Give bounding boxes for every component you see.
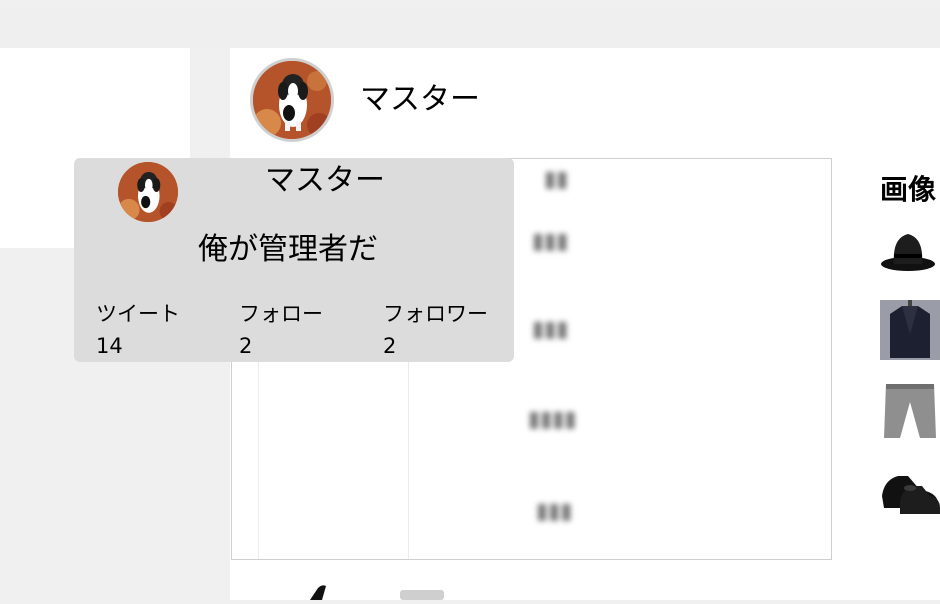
item-shoes[interactable] — [880, 462, 940, 522]
stat-value-following[interactable]: 2 — [239, 334, 252, 358]
dog-avatar-icon — [253, 61, 331, 139]
dog-avatar-icon — [118, 162, 178, 222]
sidebar-title: 画像 — [880, 173, 937, 206]
popup-bio: 俺が管理者だ — [198, 232, 378, 267]
jacket-icon — [880, 300, 940, 360]
stat-label-followers[interactable]: フォロワー — [383, 298, 488, 328]
stat-value-tweets[interactable]: 14 — [96, 334, 123, 358]
blurred-text: ▮▮▮ — [532, 229, 569, 254]
top-strip — [0, 8, 940, 48]
profile-avatar[interactable] — [250, 58, 334, 142]
item-jacket[interactable] — [880, 300, 940, 360]
popup-name[interactable]: マスター — [265, 163, 385, 199]
blurred-text: ▮▮▮ — [536, 499, 573, 524]
blurred-text: ▮▮▮▮ — [528, 407, 577, 432]
stat-label-tweets[interactable]: ツイート — [96, 298, 180, 328]
stat-value-followers[interactable]: 2 — [383, 334, 396, 358]
shoes-icon — [882, 476, 940, 514]
item-pants[interactable] — [880, 380, 940, 440]
pants-icon — [880, 380, 940, 440]
hat-icon — [881, 234, 935, 271]
bottom-icons — [300, 580, 460, 600]
stat-label-following[interactable]: フォロー — [239, 298, 323, 328]
bottom-partial-icon — [310, 585, 444, 600]
popup-avatar[interactable] — [118, 162, 178, 222]
item-hat[interactable] — [880, 224, 940, 284]
blurred-text: ▮▮▮ — [532, 317, 569, 342]
blurred-text: ▮▮ — [544, 167, 569, 192]
profile-name[interactable]: マスター — [360, 82, 480, 118]
